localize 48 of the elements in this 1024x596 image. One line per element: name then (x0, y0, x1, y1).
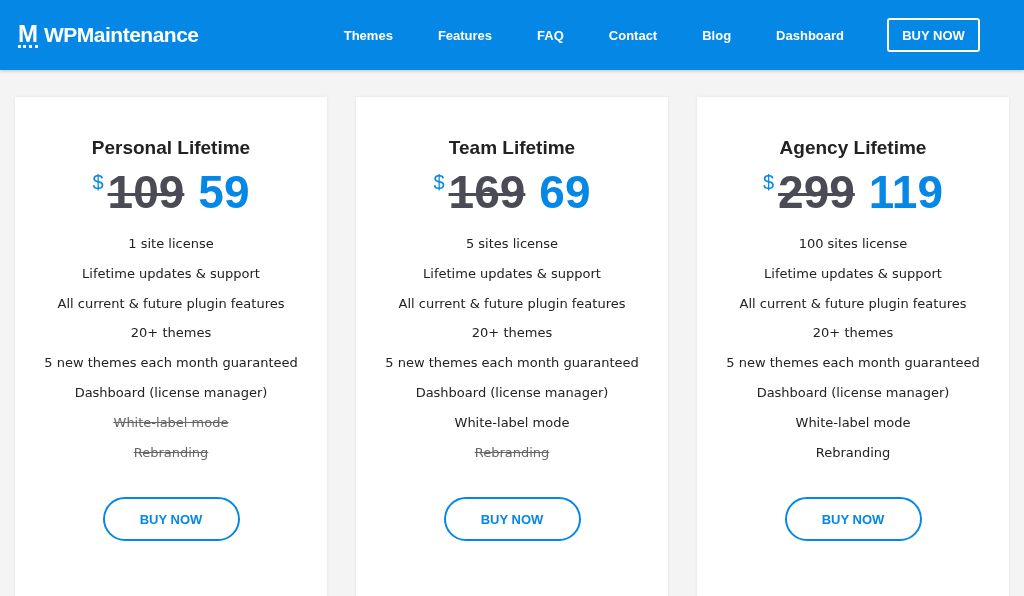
currency-symbol: $ (92, 171, 104, 194)
feature-item: 5 new themes each month guaranteed (44, 354, 298, 372)
currency-symbol: $ (762, 171, 775, 194)
buy-now-button[interactable]: BUY NOW (887, 18, 980, 52)
feature-item: 20+ themes (130, 324, 212, 343)
feature-item: Lifetime updates & support (82, 264, 260, 283)
feature-item: Lifetime updates & support (423, 264, 601, 283)
feature-item: Rebranding (133, 443, 209, 462)
feature-item: Lifetime updates & support (764, 264, 942, 283)
old-price: 109 (107, 165, 185, 219)
feature-item: All current & future plugin features (398, 294, 626, 313)
nav-link[interactable]: Themes (328, 27, 408, 43)
logo-mark[interactable]: M (18, 22, 38, 48)
feature-item: Dashboard (license manager) (74, 384, 268, 402)
feature-item: Dashboard (license manager) (415, 384, 609, 402)
feature-item: All current & future plugin features (57, 294, 285, 313)
feature-item: 100 sites license (798, 235, 908, 253)
feature-item: All current & future plugin features (739, 294, 967, 313)
feature-item: White-label mode (113, 413, 229, 432)
plan-title: Agency Lifetime (779, 137, 927, 159)
old-price: 169 (448, 165, 526, 219)
nav-link[interactable]: Dashboard (761, 27, 859, 43)
feature-item: Rebranding (474, 443, 550, 462)
buy-now-button[interactable]: BUY NOW (443, 497, 581, 542)
currency-symbol: $ (433, 171, 445, 194)
plan-title: Team Lifetime (448, 137, 576, 159)
feature-item: 20+ themes (471, 324, 553, 343)
feature-item: 20+ themes (812, 324, 894, 343)
logo-text[interactable]: WPMaintenance (44, 23, 199, 47)
price: 59 (198, 165, 250, 219)
nav-link[interactable]: Contact (593, 27, 673, 43)
feature-item: 1 site license (128, 235, 214, 253)
nav-link[interactable]: FAQ (522, 27, 579, 43)
feature-item: Dashboard (license manager) (756, 384, 950, 402)
feature-item: Rebranding (815, 443, 891, 462)
feature-item: 5 new themes each month guaranteed (385, 354, 639, 372)
old-price: 299 (778, 165, 855, 219)
price: 119 (868, 165, 944, 219)
price: 69 (539, 165, 591, 219)
plan-title: Personal Lifetime (91, 137, 251, 159)
feature-item: White-label mode (795, 413, 911, 432)
nav-link[interactable]: Features (422, 27, 508, 43)
feature-item: White-label mode (454, 413, 570, 432)
nav-link[interactable]: Blog (687, 27, 747, 43)
buy-now-button[interactable]: BUY NOW (102, 497, 240, 542)
feature-item: 5 sites license (465, 235, 559, 253)
feature-item: 5 new themes each month guaranteed (726, 354, 980, 372)
buy-now-button[interactable]: BUY NOW (784, 497, 922, 542)
